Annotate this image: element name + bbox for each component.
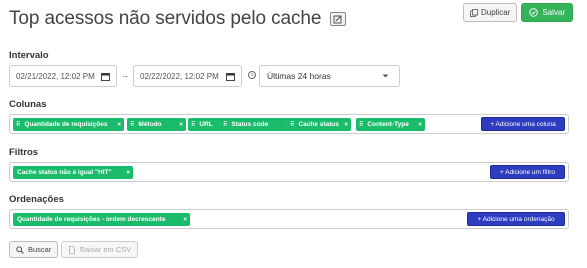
column-chip-label: Método (138, 121, 162, 128)
drag-handle-icon[interactable]: ⠿ (223, 121, 227, 128)
save-button[interactable]: Salvar (521, 3, 573, 22)
range-preset-value: Últimas 24 horas (267, 71, 331, 81)
add-filter-button[interactable]: + Adicione um filtro (490, 165, 565, 179)
remove-icon[interactable]: × (123, 169, 130, 176)
search-button[interactable]: Buscar (9, 241, 59, 258)
download-csv-button[interactable]: Baixar em CSV (61, 241, 139, 258)
calendar-icon[interactable] (226, 72, 235, 81)
interval-label: Intervalo (9, 50, 49, 61)
end-datetime-value: 02/22/2022, 12:02 PM (140, 71, 219, 81)
download-csv-label: Baixar em CSV (80, 245, 132, 254)
save-label: Salvar (542, 8, 565, 17)
page-title: Top acessos não servidos pelo cache (9, 8, 322, 29)
start-datetime-input[interactable]: 02/21/2022, 12:02 PM (9, 65, 117, 87)
column-chip[interactable]: ⠿ Cache status × (287, 118, 351, 131)
drag-handle-icon[interactable]: ⠿ (359, 121, 363, 128)
edit-icon (333, 15, 342, 23)
drag-handle-icon[interactable]: ⠿ (130, 121, 134, 128)
remove-icon[interactable]: × (341, 121, 348, 128)
orderings-box: Quantidade de requisições - ordem decres… (9, 209, 569, 229)
column-chip[interactable]: ⠿ Content-Type × (356, 118, 425, 131)
range-separator: → (121, 71, 129, 80)
column-chip-label: Status code (231, 121, 269, 128)
remove-icon[interactable]: × (176, 121, 183, 128)
remove-icon[interactable]: × (114, 121, 121, 128)
column-chip[interactable]: ⠿ Status code × (220, 118, 293, 131)
add-ordering-button[interactable]: + Adicione uma ordenação (467, 212, 565, 226)
filters-label: Filtros (9, 147, 39, 158)
orderings-label: Ordenações (9, 194, 64, 205)
filter-chip-label: Cache status não é igual "HIT" (17, 169, 112, 176)
duplicate-label: Duplicar (480, 8, 511, 17)
column-chip-label: Quantidade de requisições (24, 121, 108, 128)
start-datetime-value: 02/21/2022, 12:02 PM (16, 71, 95, 81)
column-chip-label: Content-Type (367, 121, 409, 128)
drag-handle-icon[interactable]: ⠿ (290, 121, 294, 128)
duplicate-button[interactable]: Duplicar (462, 3, 518, 22)
columns-label: Colunas (9, 99, 47, 110)
end-datetime-input[interactable]: 02/22/2022, 12:02 PM (133, 65, 242, 87)
title-row: Top acessos não servidos pelo cache (9, 8, 347, 30)
columns-box: ⠿ Quantidade de requisições × ⠿ Método ×… (9, 114, 569, 134)
ordering-chip-label: Quantidade de requisições - ordem decres… (17, 216, 166, 223)
add-column-button[interactable]: + Adicione uma coluna (481, 117, 565, 131)
range-preset-select[interactable]: Últimas 24 horas (259, 65, 400, 87)
copy-icon (470, 8, 478, 17)
filters-box: Cache status não é igual "HIT" × + Adici… (9, 162, 569, 182)
column-chip[interactable]: ⠿ Método × (127, 118, 186, 131)
calendar-icon[interactable] (101, 72, 110, 81)
column-chip[interactable]: ⠿ Quantidade de requisições × (13, 118, 124, 131)
column-chip-label: URL (199, 121, 213, 128)
chevron-down-icon (382, 74, 389, 78)
column-chip-label: Cache status (298, 121, 339, 128)
search-label: Buscar (28, 245, 52, 254)
search-icon (16, 245, 24, 254)
top-actions: Duplicar Salvar (462, 3, 573, 22)
filter-chip[interactable]: Cache status não é igual "HIT" × (13, 166, 133, 179)
file-icon (69, 245, 75, 254)
edit-title-button[interactable] (330, 12, 347, 26)
ordering-chip[interactable]: Quantidade de requisições - ordem decres… (13, 213, 190, 226)
clock-icon (248, 71, 256, 79)
remove-icon[interactable]: × (180, 216, 187, 223)
drag-handle-icon[interactable]: ⠿ (191, 121, 195, 128)
check-circle-icon (529, 8, 539, 17)
drag-handle-icon[interactable]: ⠿ (16, 121, 20, 128)
remove-icon[interactable]: × (415, 121, 422, 128)
